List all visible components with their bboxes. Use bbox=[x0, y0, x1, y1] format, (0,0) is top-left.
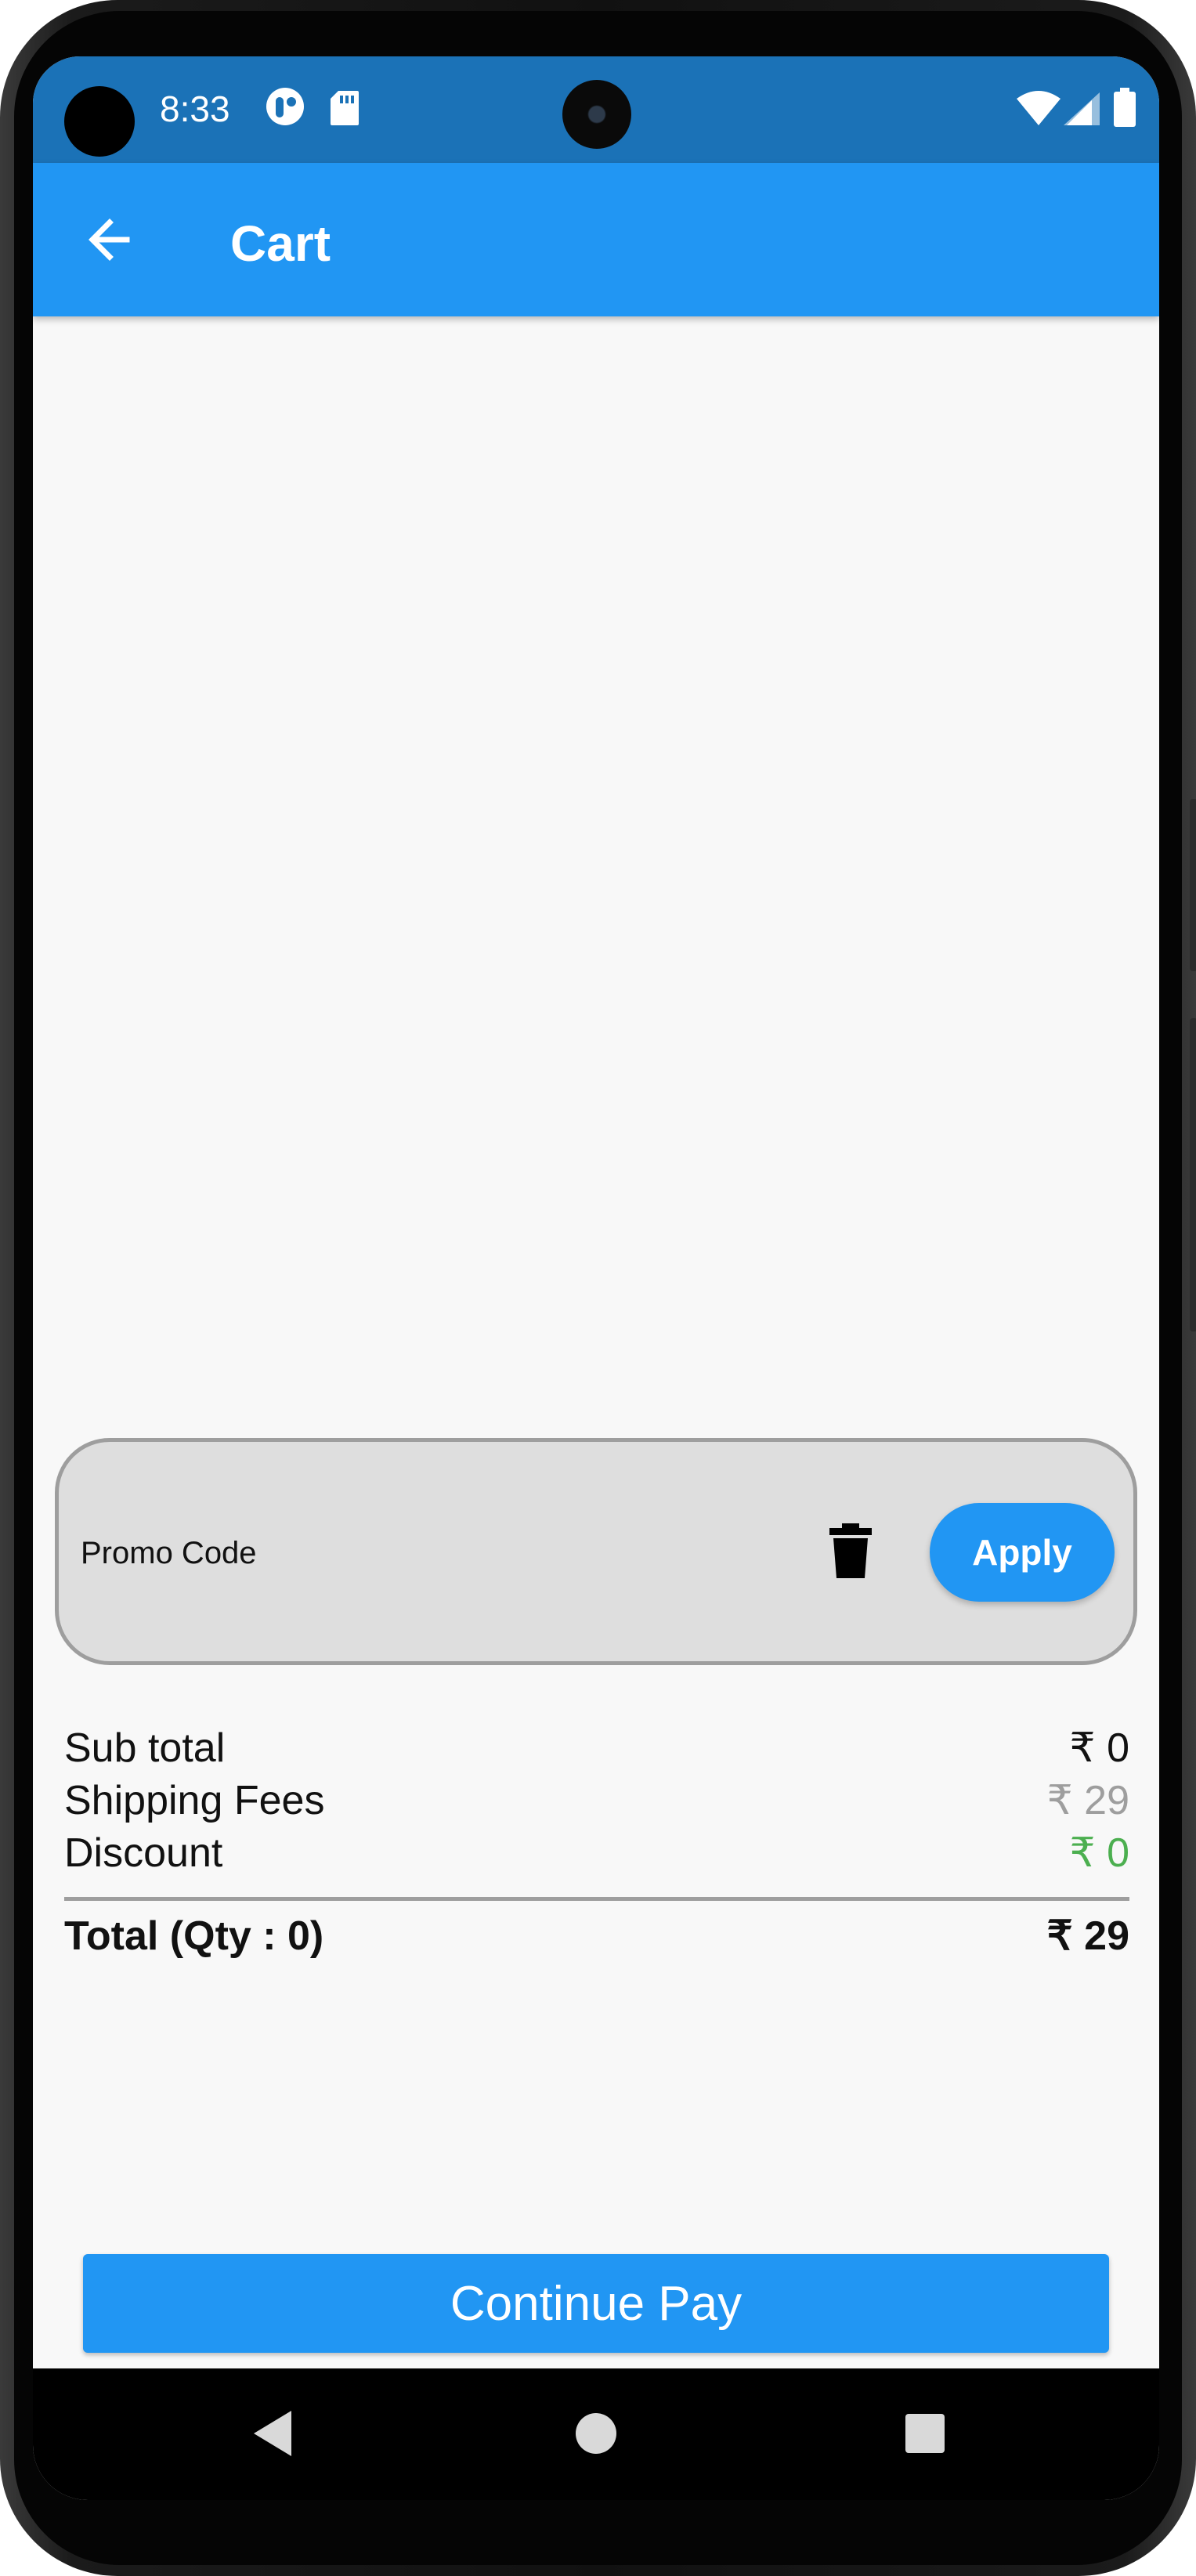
subtotal-label: Sub total bbox=[64, 1725, 226, 1771]
order-summary: Sub total ₹ 0 Shipping Fees ₹ 29 Discoun… bbox=[64, 1725, 1129, 1959]
nav-back-button[interactable] bbox=[246, 2406, 301, 2461]
total-value: ₹ 29 bbox=[1046, 1913, 1129, 1959]
nav-recents-button[interactable] bbox=[898, 2406, 952, 2461]
nav-recents-icon bbox=[905, 2414, 945, 2453]
shipping-value: ₹ 29 bbox=[1046, 1778, 1129, 1823]
nav-home-icon bbox=[576, 2413, 616, 2454]
front-camera-left bbox=[64, 86, 135, 157]
subtotal-value: ₹ 0 bbox=[1069, 1725, 1129, 1771]
nav-home-button[interactable] bbox=[569, 2406, 623, 2461]
battery-icon bbox=[1114, 88, 1136, 131]
system-nav-bar bbox=[33, 2368, 1159, 2500]
front-camera bbox=[562, 80, 631, 149]
status-bar: 8:33 bbox=[33, 56, 1159, 163]
total-label: Total (Qty : 0) bbox=[64, 1913, 324, 1959]
discount-value: ₹ 0 bbox=[1069, 1830, 1129, 1876]
back-button[interactable] bbox=[72, 202, 147, 277]
total-row: Total (Qty : 0) ₹ 29 bbox=[64, 1913, 1129, 1965]
nav-back-icon bbox=[254, 2411, 291, 2456]
arrow-left-icon bbox=[89, 219, 130, 261]
screen: 8:33 Cart Promo Code Apply Sub total ₹ 0… bbox=[33, 56, 1159, 2500]
discount-label: Discount bbox=[64, 1830, 223, 1876]
sd-card-icon bbox=[329, 89, 360, 131]
app-bar: Cart bbox=[33, 163, 1159, 316]
status-time: 8:33 bbox=[160, 89, 230, 129]
shipping-row: Shipping Fees ₹ 29 bbox=[64, 1777, 1129, 1830]
clear-promo-button[interactable] bbox=[826, 1522, 875, 1580]
promo-code-box: Apply bbox=[55, 1438, 1137, 1665]
promo-code-input[interactable] bbox=[81, 1528, 770, 1578]
shipping-label: Shipping Fees bbox=[64, 1778, 325, 1823]
trash-icon bbox=[829, 1523, 872, 1578]
notification-app-icon bbox=[265, 86, 305, 131]
page-title: Cart bbox=[230, 215, 331, 272]
subtotal-row: Sub total ₹ 0 bbox=[64, 1725, 1129, 1777]
power-button bbox=[1190, 1018, 1196, 1331]
phone-frame: 8:33 Cart Promo Code Apply Sub total ₹ 0… bbox=[0, 0, 1196, 2576]
wifi-icon bbox=[1017, 91, 1061, 129]
apply-button[interactable]: Apply bbox=[930, 1503, 1115, 1602]
summary-divider bbox=[64, 1897, 1129, 1901]
discount-row: Discount ₹ 0 bbox=[64, 1830, 1129, 1882]
volume-button bbox=[1190, 799, 1196, 971]
continue-pay-button[interactable]: Continue Pay bbox=[83, 2254, 1109, 2353]
signal-icon bbox=[1064, 92, 1100, 129]
